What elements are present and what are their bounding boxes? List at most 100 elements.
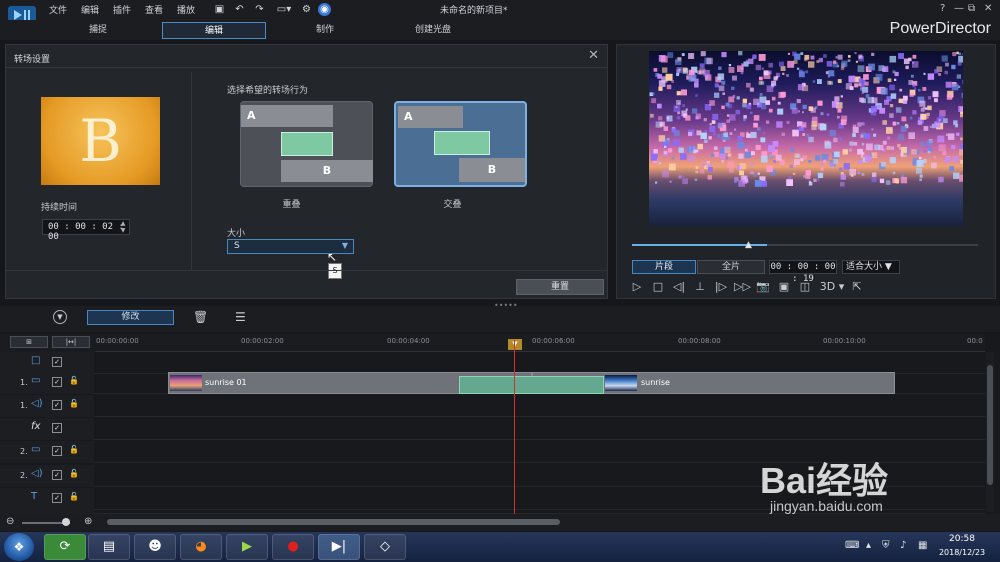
network-icon[interactable]: ▦	[918, 540, 927, 551]
taskbar-app-firefox[interactable]: ◕	[180, 534, 222, 560]
option-cross[interactable]: A B	[394, 101, 527, 187]
tray-expand-icon[interactable]: ▴	[866, 540, 871, 551]
track-enable-checkbox[interactable]: ✓	[52, 423, 62, 433]
duration-field[interactable]: 00 : 00 : 02 : 00 ▲ ▼	[42, 219, 130, 242]
zoom-slider-handle[interactable]	[62, 518, 70, 526]
close-window-icon[interactable]: ✕	[984, 3, 992, 14]
taskbar-app-powerdirector[interactable]: ▶|	[318, 534, 360, 560]
split-icon[interactable]: ⊥	[692, 279, 708, 295]
trash-icon[interactable]: 🗑	[193, 310, 208, 324]
save-icon[interactable]: ▣	[213, 3, 226, 16]
timeline-track[interactable]: □ ✓	[0, 352, 985, 374]
tab-create-disc[interactable]: 创建光盘	[395, 22, 471, 39]
scrubber-handle-icon[interactable]: ▲	[745, 240, 752, 250]
reset-button[interactable]: 重置	[516, 279, 604, 295]
security-icon[interactable]: ⛨	[882, 540, 890, 551]
timeline-track[interactable]: 1. ◁) ✓ 🔓	[0, 395, 985, 417]
clock-date[interactable]: 2018/12/23	[934, 548, 990, 557]
subtitle-icon[interactable]: ▣	[776, 279, 792, 295]
menu-file[interactable]: 文件	[49, 3, 67, 16]
menu-play[interactable]: 播放	[177, 3, 195, 16]
clip-a-block: A	[398, 106, 463, 128]
segment-movie[interactable]: 全片	[697, 260, 765, 274]
3d-mode-button[interactable]: 3D ▾	[817, 279, 847, 295]
track-type-icon: T	[31, 491, 38, 502]
snapshot-icon[interactable]: 📷	[755, 279, 771, 295]
volume-icon[interactable]: ◫	[797, 279, 813, 295]
restore-icon[interactable]: ⧉	[968, 3, 975, 14]
list-icon[interactable]: ☰	[235, 310, 246, 324]
clock-time[interactable]: 20:58	[942, 534, 982, 544]
help-icon[interactable]: ?	[940, 3, 945, 14]
playhead-line[interactable]	[514, 340, 515, 520]
account-icon[interactable]: ◉	[318, 3, 331, 16]
keyboard-icon[interactable]: ⌨	[845, 540, 859, 551]
segment-clip[interactable]: 片段	[632, 260, 696, 274]
fast-forward-icon[interactable]: ▷▷	[734, 279, 751, 295]
minimize-icon[interactable]: —	[954, 3, 964, 14]
lock-icon[interactable]: 🔓	[69, 469, 79, 478]
track-enable-checkbox[interactable]: ✓	[52, 377, 62, 387]
zoom-out-icon[interactable]: ⊖	[6, 516, 14, 527]
clip-b-block: B	[281, 160, 373, 182]
ruler-tick: 00:0	[967, 337, 983, 345]
menu-view[interactable]: 查看	[145, 3, 163, 16]
horizontal-scroll-thumb[interactable]	[107, 519, 560, 525]
track-manager-button[interactable]: ⊞	[10, 336, 48, 348]
menu-edit[interactable]: 编辑	[81, 3, 99, 16]
duration-value[interactable]: 00 : 00 : 02 : 00	[48, 222, 129, 242]
lock-icon[interactable]: 🔓	[69, 492, 79, 501]
duration-spinner[interactable]: ▲ ▼	[118, 220, 128, 234]
vertical-scroll-thumb[interactable]	[987, 365, 993, 485]
previous-frame-icon[interactable]: ◁|	[671, 279, 687, 295]
window-title: 未命名的新项目*	[440, 6, 508, 16]
fit-timeline-button[interactable]: |↔|	[52, 336, 90, 348]
redo-icon[interactable]: ↷	[253, 3, 266, 16]
tab-edit[interactable]: 编辑	[162, 22, 266, 39]
divider	[6, 270, 607, 271]
track-enable-checkbox[interactable]: ✓	[52, 470, 62, 480]
fit-select[interactable]: 适合大小 ▼	[842, 260, 900, 274]
taskbar-app-explorer[interactable]: ▤	[88, 534, 130, 560]
chevron-down-icon[interactable]: ▼	[53, 310, 67, 324]
timeline-track[interactable]: fx ✓	[0, 418, 985, 440]
start-button[interactable]: ❖	[4, 533, 34, 561]
track-header: T ✓ 🔓	[0, 488, 94, 510]
taskbar-app-360[interactable]: ⟳	[44, 534, 86, 560]
stop-icon[interactable]: □	[650, 279, 666, 295]
next-frame-icon[interactable]: |▷	[713, 279, 729, 295]
play-icon[interactable]: ▷	[629, 279, 645, 295]
menu-plugins[interactable]: 插件	[113, 3, 131, 16]
track-enable-checkbox[interactable]: ✓	[52, 400, 62, 410]
undo-icon[interactable]: ↶	[233, 3, 246, 16]
track-header: 2. ◁) ✓ 🔓	[0, 465, 94, 487]
zoom-in-icon[interactable]: ⊕	[84, 516, 92, 527]
undock-icon[interactable]: ⇱	[849, 279, 865, 295]
timeline-ruler[interactable]: 00:00:00:00 00:00:02:00 00:00:04:00 00:0…	[95, 334, 985, 352]
tab-produce[interactable]: 制作	[290, 22, 360, 39]
close-icon[interactable]: ✕	[588, 48, 599, 63]
taskbar-app-other[interactable]: ◇	[364, 534, 406, 560]
chevron-down-icon[interactable]: ▼	[885, 262, 892, 272]
preview-scrubber[interactable]	[632, 244, 978, 246]
aspect-ratio-icon[interactable]: ▭▾	[272, 3, 296, 16]
gear-icon[interactable]: ⚙	[300, 3, 313, 16]
playhead-marker-icon[interactable]: ▼	[508, 339, 522, 350]
option-overlap[interactable]: A B	[240, 101, 373, 187]
lock-icon[interactable]: 🔓	[69, 376, 79, 385]
duration-label: 持续时间	[41, 203, 78, 213]
transition-overlap[interactable]	[459, 376, 604, 394]
tab-capture[interactable]: 捕捉	[60, 22, 136, 39]
track-enable-checkbox[interactable]: ✓	[52, 493, 62, 503]
lock-icon[interactable]: 🔓	[69, 445, 79, 454]
chevron-down-icon[interactable]: ▼	[342, 241, 348, 250]
volume-icon[interactable]: ♪	[900, 540, 906, 551]
taskbar-app-recorder[interactable]: ●	[272, 534, 314, 560]
lock-icon[interactable]: 🔓	[69, 399, 79, 408]
modify-button[interactable]: 修改	[87, 310, 174, 325]
track-enable-checkbox[interactable]: ✓	[52, 446, 62, 456]
taskbar-app-player[interactable]: ▶	[226, 534, 268, 560]
preview-timecode[interactable]: 00 : 00 : 00 : 19	[769, 260, 837, 284]
track-enable-checkbox[interactable]: ✓	[52, 357, 62, 367]
taskbar-app-qq[interactable]: ☻	[134, 534, 176, 560]
